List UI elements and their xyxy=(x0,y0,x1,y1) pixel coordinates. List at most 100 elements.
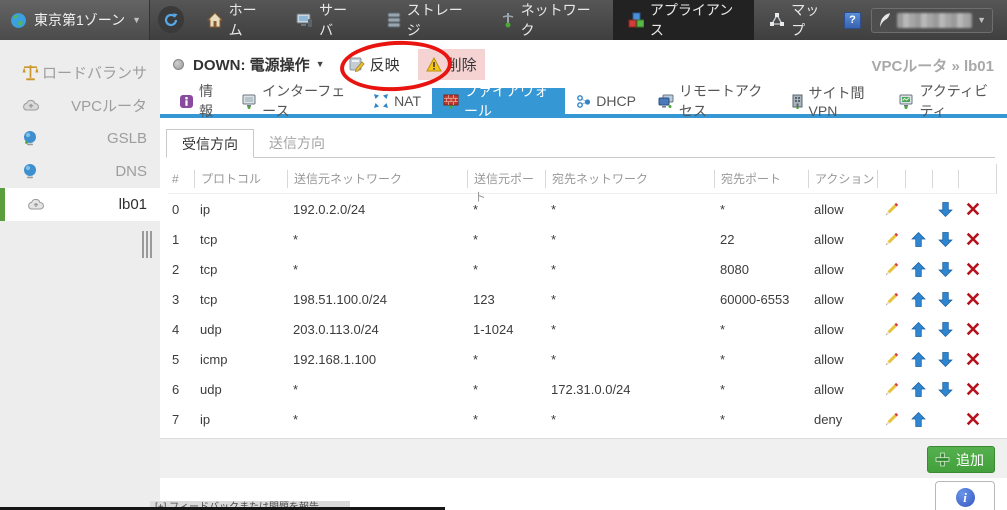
move-down-icon[interactable] xyxy=(932,352,958,367)
tab-firewall[interactable]: ファイアウォール xyxy=(432,88,565,114)
table-row: 6 udp * * 172.31.0.0/24 * allow xyxy=(168,374,997,404)
edit-rule-icon[interactable] xyxy=(877,411,905,428)
move-up-icon[interactable] xyxy=(905,262,932,277)
edit-rule-icon[interactable] xyxy=(877,261,905,278)
nav-storage[interactable]: ストレージ xyxy=(372,0,486,40)
delete-row-icon[interactable] xyxy=(958,352,987,366)
move-up-icon[interactable] xyxy=(905,352,932,367)
zone-selector[interactable]: 東京第1ゾーン ▼ xyxy=(0,0,150,40)
edit-rule-icon[interactable] xyxy=(877,351,905,368)
cell-protocol: ip xyxy=(194,412,287,427)
delete-row-icon[interactable] xyxy=(958,202,987,216)
cell-protocol: tcp xyxy=(194,262,287,277)
sidebar-item-lb01[interactable]: lb01 xyxy=(0,188,160,221)
dhcp-nodes-icon xyxy=(576,94,591,109)
cell-index: 6 xyxy=(168,382,194,397)
tab-activity[interactable]: アクティビティ xyxy=(887,88,1007,114)
cell-protocol: udp xyxy=(194,382,287,397)
account-menu[interactable]: ▼ xyxy=(871,8,993,33)
sidebar-item-vpcrouter[interactable]: VPCルータ xyxy=(0,89,160,122)
tab-info[interactable]: 情報 xyxy=(168,88,230,114)
nav-network[interactable]: ネットワーク xyxy=(486,0,613,40)
move-up-icon[interactable] xyxy=(905,232,932,247)
table-header-row: # プロトコル 送信元ネットワーク 送信元ポート 宛先ネットワーク 宛先ポート … xyxy=(168,164,997,194)
delete-row-icon[interactable] xyxy=(958,262,987,276)
tab-dhcp[interactable]: DHCP xyxy=(565,88,647,114)
nav-appliance[interactable]: アプライアンス xyxy=(613,0,754,40)
remote-monitors-icon xyxy=(658,94,674,109)
sidebar-resize-handle[interactable] xyxy=(142,231,152,258)
cell-dst-port: 60000-6553 xyxy=(714,292,808,307)
delete-row-icon[interactable] xyxy=(958,412,987,426)
question-icon: ? xyxy=(849,14,856,26)
table-footer-strip: 追加 xyxy=(160,438,1007,478)
delete-row-icon[interactable] xyxy=(958,292,987,306)
add-rule-button[interactable]: 追加 xyxy=(927,446,995,473)
nav-appliance-label: アプライアンス xyxy=(650,0,739,40)
apply-label: 反映 xyxy=(370,54,400,75)
subtab-outbound[interactable]: 送信方向 xyxy=(254,129,340,158)
cell-src-network: * xyxy=(287,412,467,427)
cell-action: allow xyxy=(808,202,877,217)
cell-index: 1 xyxy=(168,232,194,247)
refresh-icon xyxy=(163,12,179,28)
subtab-inbound[interactable]: 受信方向 xyxy=(166,129,254,158)
feather-icon xyxy=(878,12,892,28)
nav-server[interactable]: サーバ xyxy=(281,0,372,40)
cell-dst-port: * xyxy=(714,382,808,397)
sidebar-item-gslb[interactable]: GSLB xyxy=(0,122,160,155)
building-icon xyxy=(791,94,804,109)
top-bar: 東京第1ゾーン ▼ ホーム サーバ ストレージ ネットワーク アプライアンス マ… xyxy=(0,0,1007,40)
edit-rule-icon[interactable] xyxy=(877,231,905,248)
cell-action: allow xyxy=(808,352,877,367)
cell-action: allow xyxy=(808,322,877,337)
server-icon xyxy=(296,13,313,28)
col-header-src-network: 送信元ネットワーク xyxy=(287,170,467,188)
move-up-icon[interactable] xyxy=(905,292,932,307)
nav-map-label: マップ xyxy=(791,0,829,40)
tab-label: NAT xyxy=(394,93,421,109)
sidebar-item-loadbalancer[interactable]: ロードバランサ xyxy=(0,56,160,89)
edit-rule-icon[interactable] xyxy=(877,291,905,308)
globe-stand-icon xyxy=(22,163,38,180)
move-down-icon[interactable] xyxy=(932,262,958,277)
map-icon xyxy=(769,12,785,28)
col-header-down xyxy=(932,170,958,188)
edit-rule-icon[interactable] xyxy=(877,321,905,338)
delete-row-icon[interactable] xyxy=(958,232,987,246)
tab-remote-access[interactable]: リモートアクセス xyxy=(647,88,780,114)
tab-interface[interactable]: インターフェース xyxy=(230,88,362,114)
apply-icon xyxy=(349,56,365,72)
topbar-right: ? ▼ xyxy=(844,0,1007,40)
globe-icon xyxy=(10,12,27,29)
tab-site-vpn[interactable]: サイト間VPN xyxy=(780,88,888,114)
edit-rule-icon[interactable] xyxy=(877,201,905,218)
cell-protocol: ip xyxy=(194,202,287,217)
move-up-icon[interactable] xyxy=(905,412,932,427)
move-down-icon[interactable] xyxy=(932,322,958,337)
refresh-button[interactable] xyxy=(158,6,184,33)
cell-dst-port: 8080 xyxy=(714,262,808,277)
move-up-icon[interactable] xyxy=(905,382,932,397)
apply-button[interactable]: 反映 xyxy=(341,49,408,80)
col-header-action: アクション xyxy=(808,170,877,188)
interface-icon xyxy=(241,94,257,109)
table-row: 5 icmp 192.168.1.100 * * * allow xyxy=(168,344,997,374)
nav-map[interactable]: マップ xyxy=(754,0,844,40)
delete-row-icon[interactable] xyxy=(958,322,987,336)
tab-nat[interactable]: NAT xyxy=(362,88,432,114)
help-button[interactable]: ? xyxy=(844,12,861,29)
cell-dst-network: * xyxy=(545,412,714,427)
sidebar-item-dns[interactable]: DNS xyxy=(0,155,160,188)
delete-row-icon[interactable] xyxy=(958,382,987,396)
move-down-icon[interactable] xyxy=(932,292,958,307)
move-down-icon[interactable] xyxy=(932,232,958,247)
info-help-box[interactable]: i xyxy=(935,481,995,510)
move-up-icon[interactable] xyxy=(905,322,932,337)
delete-button[interactable]: 削除 xyxy=(418,49,485,80)
move-down-icon[interactable] xyxy=(932,202,958,217)
edit-rule-icon[interactable] xyxy=(877,381,905,398)
nav-home[interactable]: ホーム xyxy=(192,0,281,40)
power-menu[interactable]: DOWN: 電源操作 xyxy=(193,54,310,75)
move-down-icon[interactable] xyxy=(932,382,958,397)
